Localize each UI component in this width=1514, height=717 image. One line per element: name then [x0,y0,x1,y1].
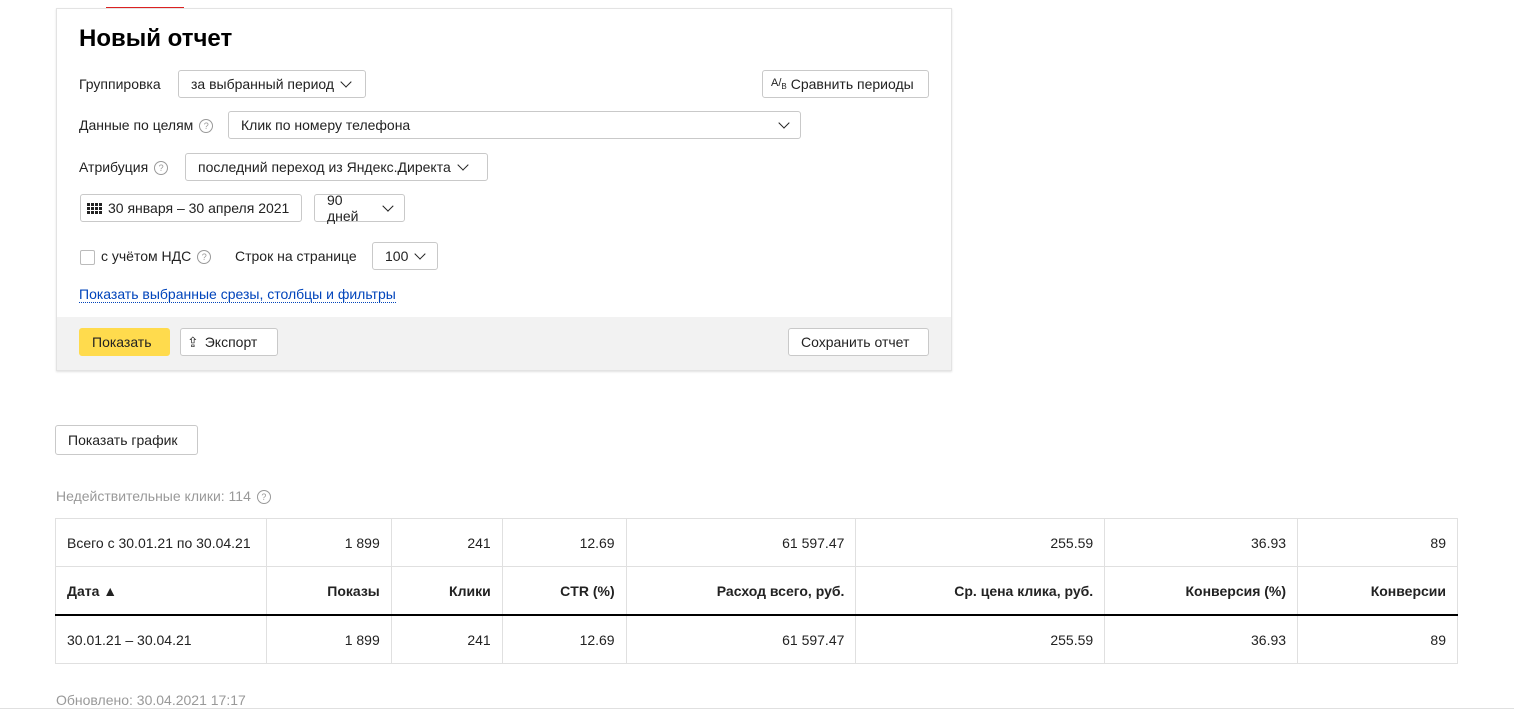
chevron-down-icon [340,76,352,88]
total-cell: 89 [1297,518,1458,567]
column-header-spend[interactable]: Расход всего, руб. [625,566,857,616]
total-cell: 36.93 [1104,518,1299,567]
table-row: 30.01.21 – 30.04.21 1 899 241 12.69 61 5… [55,614,1458,664]
help-icon[interactable]: ? [154,161,169,175]
help-icon[interactable]: ? [256,490,271,504]
table-cell: 12.69 [501,614,627,664]
grouping-select[interactable]: за выбранный период [178,70,366,98]
attribution-label: Атрибуция? [79,159,169,175]
compare-periods-label: Сравнить периоды [790,76,914,92]
updated-timestamp: Обновлено: 30.04.2021 17:17 [56,692,246,708]
chevron-down-icon [382,200,394,212]
export-label: Экспорт [204,334,258,350]
rows-per-page-select[interactable]: 100 [372,242,438,270]
report-table: Всего с 30.01.21 по 30.04.21 1 899 241 1… [55,518,1458,664]
compare-periods-button[interactable]: A/B Сравнить периоды [762,70,929,98]
chevron-down-icon [457,159,469,171]
report-settings-panel: Новый отчет Группировка за выбранный пер… [56,8,952,371]
divider [0,708,1514,709]
column-header-avg-cpc[interactable]: Ср. цена клика, руб. [855,566,1106,616]
column-header-conversions[interactable]: Конверсии [1297,566,1458,616]
total-cell: 12.69 [501,518,627,567]
table-cell: 241 [390,614,503,664]
total-row: Всего с 30.01.21 по 30.04.21 1 899 241 1… [55,518,1458,567]
table-cell: 36.93 [1104,614,1299,664]
show-button[interactable]: Показать [79,328,170,356]
attribution-select[interactable]: последний переход из Яндекс.Директа [185,153,488,181]
goals-select[interactable]: Клик по номеру телефона [228,111,801,139]
total-cell: 61 597.47 [625,518,857,567]
date-range-value: 30 января – 30 апреля 2021 [108,200,290,216]
column-header-clicks[interactable]: Клики [390,566,503,616]
chevron-down-icon [778,117,790,129]
chevron-down-icon [414,248,427,260]
vat-label-text: с учётом НДС [101,248,192,264]
vat-label: с учётом НДС? [101,248,212,264]
table-cell: 255.59 [855,614,1106,664]
period-select[interactable]: 90 дней [314,192,405,224]
header-row: Дата ▲ Показы Клики CTR (%) Расход всего… [55,566,1458,616]
page-title: Новый отчет [79,25,233,52]
period-value: 90 дней [327,192,359,224]
help-icon[interactable]: ? [197,250,212,264]
invalid-clicks-text: Недействительные клики: 114? [56,488,271,504]
table-cell: 30.01.21 – 30.04.21 [55,614,267,664]
export-button[interactable]: ⇪ Экспорт [180,328,278,356]
goals-label-text: Данные по целям [79,117,194,133]
total-cell: Всего с 30.01.21 по 30.04.21 [55,518,267,567]
rows-per-page-value: 100 [385,248,409,264]
grouping-value: за выбранный период [191,76,335,92]
table-cell: 89 [1297,614,1458,664]
date-range-picker[interactable]: 30 января – 30 апреля 2021 [80,194,302,222]
upload-icon: ⇪ [187,333,199,350]
ab-compare-icon: A/B [771,76,787,92]
total-cell: 255.59 [855,518,1106,567]
goals-label: Данные по целям? [79,117,214,133]
show-chart-button[interactable]: Показать график [55,425,198,455]
table-cell: 61 597.47 [625,614,857,664]
save-report-button[interactable]: Сохранить отчет [788,328,929,356]
attribution-label-text: Атрибуция [79,159,149,175]
grouping-label: Группировка [79,76,161,92]
help-icon[interactable]: ? [199,119,214,133]
panel-footer: Показать ⇪ Экспорт Сохранить отчет [57,317,951,370]
attribution-value: последний переход из Яндекс.Директа [198,159,451,175]
show-slices-link[interactable]: Показать выбранные срезы, столбцы и филь… [79,286,396,303]
calendar-icon [87,202,102,214]
column-header-ctr[interactable]: CTR (%) [501,566,627,616]
vat-checkbox[interactable] [80,250,95,265]
table-cell: 1 899 [265,614,392,664]
invalid-clicks-value: Недействительные клики: 114 [56,488,251,504]
goals-value: Клик по номеру телефона [241,117,411,133]
total-cell: 241 [390,518,503,567]
total-cell: 1 899 [265,518,392,567]
column-header-impressions[interactable]: Показы [265,566,392,616]
column-header-date[interactable]: Дата ▲ [55,566,267,616]
rows-per-page-label: Строк на странице [235,248,357,264]
column-header-conversion-rate[interactable]: Конверсия (%) [1104,566,1299,616]
